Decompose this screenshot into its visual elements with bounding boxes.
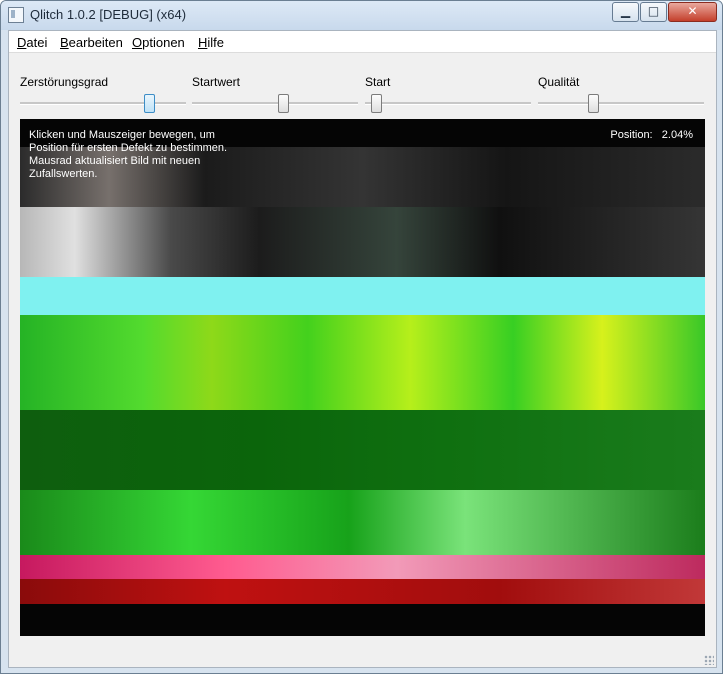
minimize-button[interactable]: ▁	[612, 2, 639, 22]
zerstoerungsgrad-label: Zerstörungsgrad	[20, 75, 109, 89]
startwert-slider-thumb[interactable]	[278, 94, 289, 113]
menu-separator	[9, 52, 716, 53]
close-button[interactable]: ✕	[668, 2, 717, 22]
position-readout: Position: 2.04%	[610, 129, 693, 141]
maximize-icon: □	[647, 4, 660, 18]
image-band-dark-green	[20, 410, 705, 490]
qualitaet-label: Qualität	[538, 75, 580, 89]
menu-datei[interactable]: Datei	[17, 35, 47, 50]
title-bar[interactable]: Qlitch 1.0.2 [DEBUG] (x64) ▁ □ ✕	[1, 1, 722, 30]
image-hint-text: Klicken und Mauszeiger bewegen, um Posit…	[29, 129, 228, 180]
resize-grip[interactable]	[704, 655, 714, 665]
minimize-icon: ▁	[620, 4, 631, 18]
qualitaet-slider-thumb[interactable]	[588, 94, 599, 113]
zerstoerungsgrad-track[interactable]	[20, 102, 186, 105]
menu-optionen[interactable]: Optionen	[132, 35, 185, 50]
menu-bearbeiten[interactable]: Bearbeiten	[60, 35, 123, 50]
qlitch-app-icon	[8, 7, 24, 23]
maximize-button[interactable]: □	[640, 2, 667, 22]
menu-hilfe[interactable]: Hilfe	[198, 35, 224, 50]
close-icon: ✕	[687, 4, 698, 18]
start-slider-thumb[interactable]	[371, 94, 382, 113]
image-band-red	[20, 579, 705, 604]
start-label: Start	[365, 75, 391, 89]
menu-bar: Datei Bearbeiten Optionen Hilfe	[9, 31, 716, 52]
glitch-image-canvas[interactable]: Klicken und Mauszeiger bewegen, um Posit…	[20, 119, 705, 636]
zerstoerungsgrad-slider-thumb[interactable]	[144, 94, 155, 113]
start-track[interactable]	[365, 102, 531, 105]
client-area: Datei Bearbeiten Optionen Hilfe Zerstöru…	[8, 30, 717, 668]
image-band-green	[20, 315, 705, 410]
image-band-circle	[20, 490, 705, 555]
image-band-cyan	[20, 277, 705, 315]
window-title: Qlitch 1.0.2 [DEBUG] (x64)	[30, 7, 187, 22]
app-window: Qlitch 1.0.2 [DEBUG] (x64) ▁ □ ✕ Datei B…	[0, 0, 723, 674]
image-band-bottom	[20, 604, 705, 636]
position-value: 2.04%	[661, 129, 693, 141]
startwert-track[interactable]	[192, 102, 358, 105]
qualitaet-track[interactable]	[538, 102, 704, 105]
image-band-pink	[20, 555, 705, 579]
startwert-label: Startwert	[192, 75, 241, 89]
image-band-poster	[20, 207, 705, 277]
position-label: Position:	[610, 129, 653, 141]
